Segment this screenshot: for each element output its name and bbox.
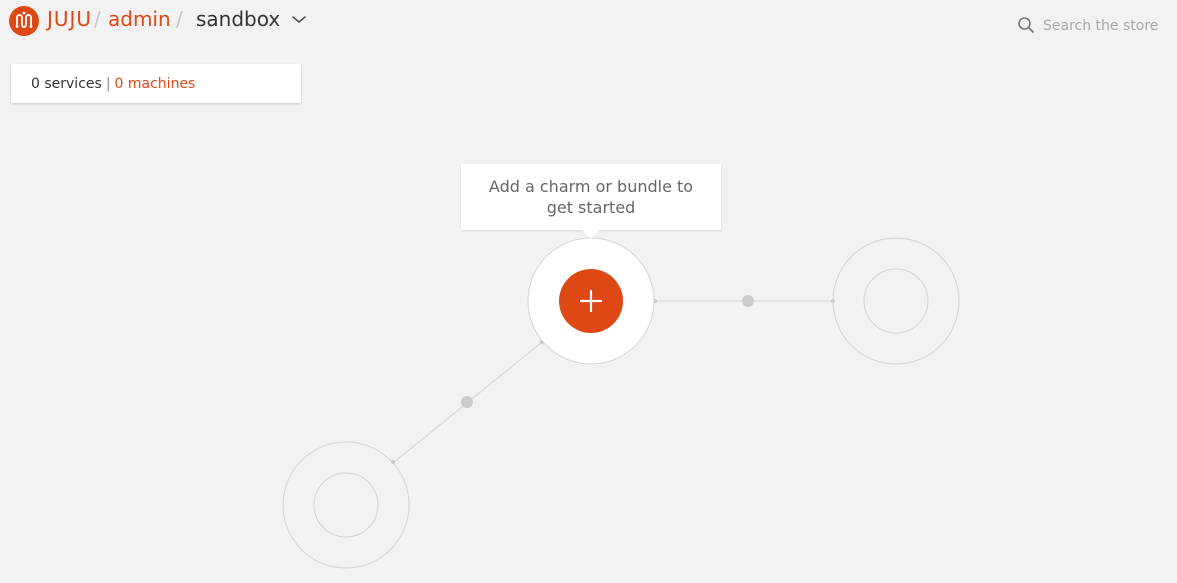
store-search bbox=[1017, 15, 1167, 37]
service-placeholder-left bbox=[282, 441, 410, 569]
search-icon[interactable] bbox=[1017, 16, 1035, 34]
search-input[interactable] bbox=[1043, 15, 1167, 37]
breadcrumb-separator: / bbox=[94, 7, 101, 31]
juju-gui-page: JUJU / admin / sandbox 0 services|0 mach… bbox=[0, 0, 1177, 583]
machines-count-link[interactable]: 0 machines bbox=[115, 76, 196, 92]
breadcrumb-separator: / bbox=[176, 7, 183, 31]
service-placeholder-right bbox=[832, 237, 960, 365]
add-charm-button[interactable] bbox=[559, 269, 623, 333]
logo-wordmark[interactable]: JUJU bbox=[47, 4, 92, 34]
relation-midpoint-right bbox=[742, 295, 754, 307]
add-charm-tooltip: Add a charm or bundle to get started bbox=[461, 164, 721, 230]
plus-icon bbox=[579, 289, 603, 313]
breadcrumb-user-link[interactable]: admin bbox=[108, 4, 171, 34]
service-machine-counts: 0 services | 0 machines bbox=[11, 64, 301, 103]
chevron-down-icon[interactable] bbox=[290, 12, 308, 26]
juju-logo-icon[interactable] bbox=[9, 6, 39, 36]
counts-separator: | bbox=[105, 76, 111, 92]
services-count[interactable]: 0 services bbox=[31, 76, 102, 92]
breadcrumb-model-name[interactable]: sandbox bbox=[196, 4, 280, 34]
header: JUJU / admin / sandbox bbox=[0, 0, 1177, 40]
relation-midpoint-left bbox=[461, 396, 473, 408]
